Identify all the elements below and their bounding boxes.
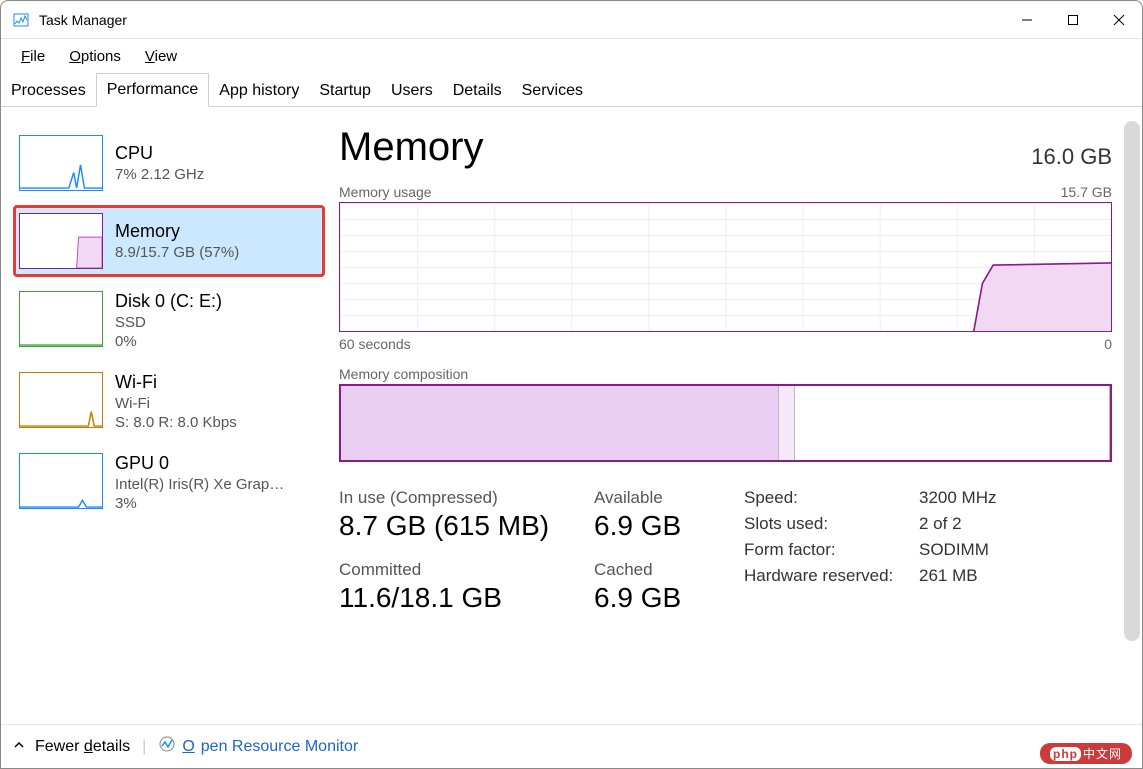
sidebar-label: CPU	[115, 143, 204, 164]
resource-monitor-icon	[158, 735, 176, 758]
title-bar: Task Manager	[1, 1, 1142, 39]
sidebar-sub2: S: 8.0 R: 8.0 Kbps	[115, 414, 237, 431]
menu-view[interactable]: View	[133, 42, 189, 71]
window-controls	[1004, 1, 1142, 39]
close-button[interactable]	[1096, 1, 1142, 39]
tab-details[interactable]: Details	[443, 75, 512, 107]
cached-value: 6.9 GB	[594, 582, 744, 614]
kv-label: Form factor:	[744, 540, 919, 560]
composition-label: Memory composition	[339, 366, 468, 382]
wifi-thumbnail	[19, 372, 103, 428]
chevron-up-icon	[13, 738, 29, 756]
memory-composition-graph[interactable]	[339, 384, 1112, 462]
tab-users[interactable]: Users	[381, 75, 443, 107]
disk-thumbnail	[19, 291, 103, 347]
usage-graph-max: 15.7 GB	[1061, 184, 1112, 200]
kv-label: Slots used:	[744, 514, 919, 534]
window-title: Task Manager	[39, 12, 127, 28]
tab-performance[interactable]: Performance	[96, 73, 210, 107]
menu-options[interactable]: Options	[57, 42, 133, 71]
watermark-badge: 中文网	[1040, 743, 1132, 764]
tab-processes[interactable]: Processes	[1, 75, 96, 107]
sidebar-item-disk[interactable]: Disk 0 (C: E:) SSD 0%	[13, 283, 325, 358]
vertical-scrollbar[interactable]	[1124, 121, 1140, 641]
tab-bar: Processes Performance App history Startu…	[1, 73, 1142, 107]
tab-startup[interactable]: Startup	[309, 75, 381, 107]
sidebar-sub2: 0%	[115, 333, 222, 350]
memory-stats: In use (Compressed) 8.7 GB (615 MB) Comm…	[339, 488, 1112, 632]
maximize-button[interactable]	[1050, 1, 1096, 39]
sidebar-item-wifi[interactable]: Wi-Fi Wi-Fi S: 8.0 R: 8.0 Kbps	[13, 364, 325, 439]
composition-available	[795, 386, 1110, 460]
sidebar-sub: 7% 2.12 GHz	[115, 166, 204, 183]
committed-label: Committed	[339, 560, 594, 580]
minimize-button[interactable]	[1004, 1, 1050, 39]
memory-usage-graph[interactable]	[339, 202, 1112, 332]
composition-in-use	[341, 386, 779, 460]
sidebar-sub: SSD	[115, 314, 222, 331]
in-use-label: In use (Compressed)	[339, 488, 594, 508]
sidebar-sub2: 3%	[115, 495, 284, 512]
kv-label: Hardware reserved:	[744, 566, 919, 586]
axis-left: 60 seconds	[339, 336, 411, 352]
committed-value: 11.6/18.1 GB	[339, 582, 594, 614]
usage-graph-label: Memory usage	[339, 184, 432, 200]
sidebar-item-memory[interactable]: Memory 8.9/15.7 GB (57%)	[13, 205, 325, 277]
sidebar-item-gpu[interactable]: GPU 0 Intel(R) Iris(R) Xe Grap… 3%	[13, 445, 325, 520]
kv-value: SODIMM	[919, 540, 989, 560]
kv-value: 2 of 2	[919, 514, 962, 534]
fewer-details-link[interactable]: Fewer details	[35, 738, 130, 756]
menu-bar: File Options View	[1, 39, 1142, 73]
sidebar-label: GPU 0	[115, 453, 284, 474]
sidebar-sub: Wi-Fi	[115, 395, 237, 412]
gpu-thumbnail	[19, 453, 103, 509]
cpu-thumbnail	[19, 135, 103, 191]
sidebar-sub: 8.9/15.7 GB (57%)	[115, 244, 239, 261]
memory-capacity: 16.0 GB	[1031, 144, 1112, 170]
performance-sidebar: CPU 7% 2.12 GHz Memory 8.9/15.7 GB (57%)…	[1, 107, 331, 724]
memory-thumbnail	[19, 213, 103, 269]
composition-modified	[779, 386, 794, 460]
sidebar-sub: Intel(R) Iris(R) Xe Grap…	[115, 476, 284, 493]
sidebar-label: Wi-Fi	[115, 372, 237, 393]
footer-bar: Fewer details | Open Resource Monitor 中文…	[1, 724, 1142, 768]
kv-value: 261 MB	[919, 566, 978, 586]
in-use-value: 8.7 GB (615 MB)	[339, 510, 594, 542]
open-resource-monitor-link[interactable]: Open Resource Monitor	[182, 738, 358, 756]
sidebar-item-cpu[interactable]: CPU 7% 2.12 GHz	[13, 127, 325, 199]
app-icon	[11, 10, 31, 30]
tab-services[interactable]: Services	[512, 75, 593, 107]
kv-label: Speed:	[744, 488, 919, 508]
kv-value: 3200 MHz	[919, 488, 996, 508]
axis-right: 0	[1104, 336, 1112, 352]
menu-file[interactable]: File	[9, 42, 57, 71]
page-title: Memory	[339, 125, 483, 170]
available-label: Available	[594, 488, 744, 508]
tab-app-history[interactable]: App history	[209, 75, 309, 107]
cached-label: Cached	[594, 560, 744, 580]
content-area: CPU 7% 2.12 GHz Memory 8.9/15.7 GB (57%)…	[1, 107, 1142, 724]
memory-detail-panel: Memory 16.0 GB Memory usage 15.7 GB 60 s…	[331, 107, 1142, 724]
sidebar-label: Memory	[115, 221, 239, 242]
available-value: 6.9 GB	[594, 510, 744, 542]
sidebar-label: Disk 0 (C: E:)	[115, 291, 222, 312]
